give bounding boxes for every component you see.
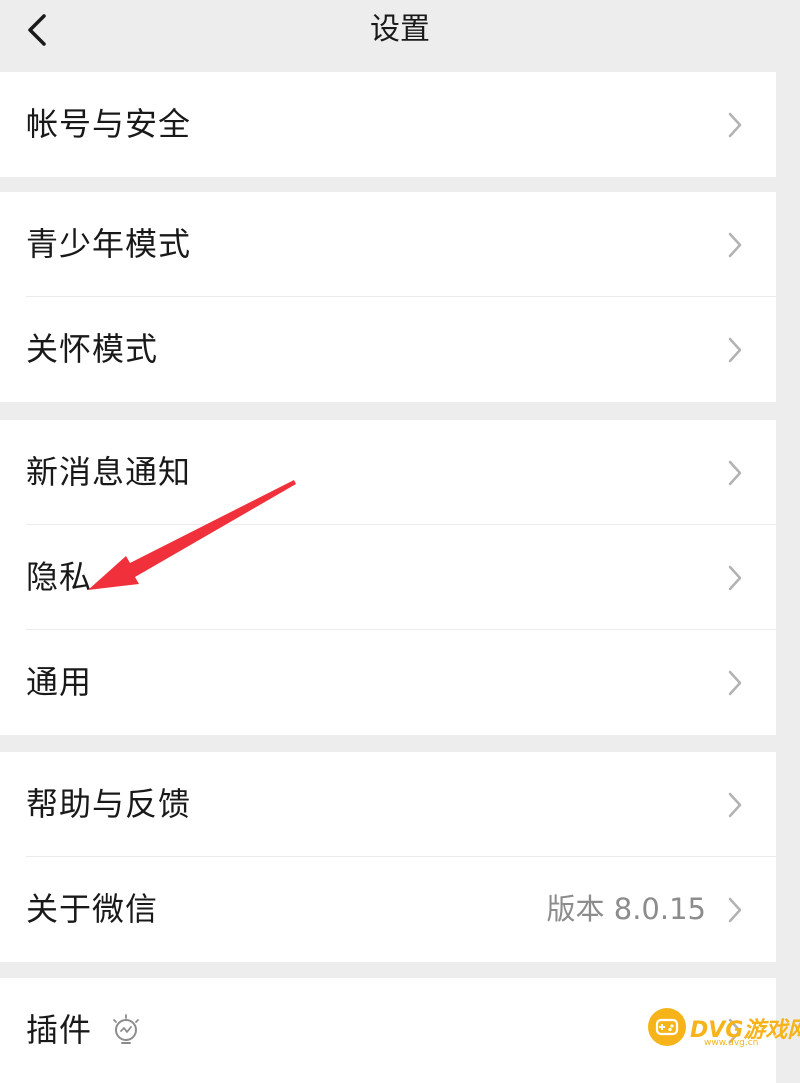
- settings-item-account-security[interactable]: 帐号与安全: [0, 72, 776, 177]
- chevron-right-icon: [728, 897, 742, 923]
- lightbulb-icon: [113, 1014, 139, 1044]
- settings-group-account: 帐号与安全: [0, 72, 776, 177]
- settings-group-modes: 青少年模式 关怀模式: [0, 192, 776, 402]
- settings-item-label: 通用: [26, 663, 93, 701]
- settings-item-teen-mode[interactable]: 青少年模式: [0, 192, 776, 297]
- settings-group-general: 新消息通知 隐私 通用: [0, 420, 776, 735]
- settings-item-label: 青少年模式: [26, 225, 192, 263]
- gamepad-logo-icon: [648, 1008, 686, 1046]
- settings-item-label: 新消息通知: [26, 453, 192, 491]
- settings-item-privacy[interactable]: 隐私: [0, 525, 776, 630]
- watermark-url: www.dvg.cn: [704, 1038, 759, 1048]
- chevron-right-icon: [728, 232, 742, 258]
- settings-item-label: 关怀模式: [26, 330, 159, 368]
- settings-item-label: 隐私: [26, 558, 93, 596]
- settings-item-label: 帮助与反馈: [26, 785, 192, 823]
- chevron-right-icon: [728, 670, 742, 696]
- settings-item-label: 插件: [26, 1011, 93, 1049]
- settings-item-general[interactable]: 通用: [0, 630, 776, 735]
- page-title: 设置: [370, 12, 430, 47]
- settings-item-help-feedback[interactable]: 帮助与反馈: [0, 752, 776, 857]
- settings-item-notifications[interactable]: 新消息通知: [0, 420, 776, 525]
- chevron-right-icon: [728, 792, 742, 818]
- chevron-right-icon: [728, 112, 742, 138]
- settings-item-label: 关于微信: [26, 890, 159, 928]
- settings-item-care-mode[interactable]: 关怀模式: [0, 297, 776, 402]
- version-value: 版本 8.0.15: [546, 892, 706, 926]
- settings-group-about: 帮助与反馈 关于微信 版本 8.0.15: [0, 752, 776, 962]
- chevron-right-icon: [728, 460, 742, 486]
- settings-item-about-wechat[interactable]: 关于微信 版本 8.0.15: [0, 857, 776, 962]
- watermark: DVG游戏网 www.dvg.cn: [648, 1004, 800, 1050]
- settings-item-label: 帐号与安全: [26, 105, 192, 143]
- chevron-right-icon: [728, 337, 742, 363]
- navigation-bar: 设置: [0, 0, 800, 62]
- chevron-right-icon: [728, 565, 742, 591]
